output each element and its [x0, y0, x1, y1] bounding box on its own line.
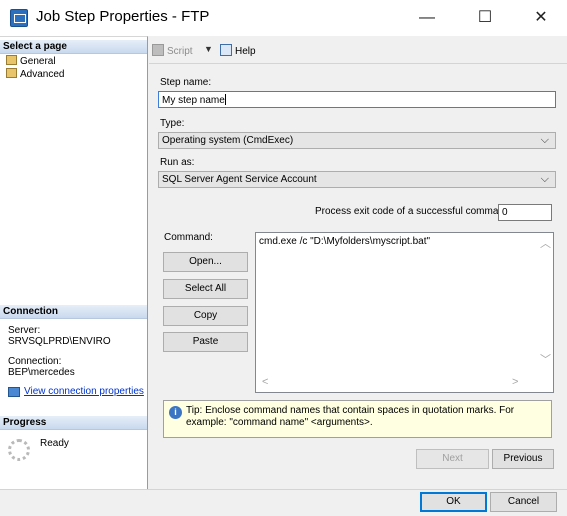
command-label: Command: — [164, 232, 213, 243]
previous-button[interactable]: Previous — [492, 449, 554, 469]
app-icon — [10, 9, 28, 27]
page-wrench-icon — [6, 55, 17, 65]
progress-status: Ready — [40, 438, 69, 449]
maximize-button[interactable]: ☐ — [462, 0, 508, 36]
tip-text: Tip: Enclose command names that contain … — [186, 405, 515, 428]
close-button[interactable]: ✕ — [518, 0, 564, 36]
open-button[interactable]: Open... — [163, 252, 248, 272]
cancel-button[interactable]: Cancel — [490, 492, 557, 512]
view-connection-properties-link[interactable]: View connection properties — [24, 386, 144, 397]
help-button[interactable]: Help — [220, 44, 256, 57]
chevron-down-icon: ⌵ — [540, 134, 549, 146]
dialog-footer: OK Cancel — [0, 489, 567, 516]
step-name-input[interactable]: My step name — [158, 91, 556, 108]
step-name-label: Step name: — [160, 77, 212, 88]
next-button[interactable]: Next — [416, 449, 489, 469]
type-label: Type: — [160, 118, 185, 129]
vertical-scrollbar[interactable]: ︿ ﹀ — [536, 233, 553, 376]
paste-button[interactable]: Paste — [163, 332, 248, 352]
select-page-header: Select a page — [0, 40, 147, 54]
run-as-label: Run as: — [160, 157, 195, 168]
type-select[interactable]: Operating system (CmdExec) ⌵ — [158, 132, 556, 149]
left-pane: Select a page General Advanced Connectio… — [0, 36, 148, 489]
copy-button[interactable]: Copy — [163, 306, 248, 326]
connection-value: BEP\mercedes — [8, 367, 75, 378]
minimize-button[interactable]: — — [404, 0, 450, 36]
script-label: Script — [167, 46, 193, 57]
run-as-value: SQL Server Agent Service Account — [162, 174, 317, 185]
ok-button[interactable]: OK — [420, 492, 487, 512]
exit-code-label: Process exit code of a successful comman… — [315, 206, 513, 217]
page-general-label: General — [20, 56, 56, 67]
horizontal-scrollbar[interactable]: < > — [256, 375, 538, 392]
scroll-left-icon[interactable]: < — [262, 376, 268, 388]
run-as-select[interactable]: SQL Server Agent Service Account ⌵ — [158, 171, 556, 188]
select-all-button[interactable]: Select All — [163, 279, 248, 299]
tip-box: i Tip: Enclose command names that contai… — [163, 400, 552, 438]
scroll-up-icon[interactable]: ︿ — [540, 235, 551, 251]
progress-spinner-icon — [8, 439, 30, 461]
script-icon — [152, 44, 164, 56]
connection-properties-icon — [8, 387, 20, 397]
toolbar: Script ▼ Help — [149, 36, 567, 64]
scroll-right-icon[interactable]: > — [512, 376, 518, 388]
progress-header: Progress — [0, 416, 147, 430]
type-value: Operating system (CmdExec) — [162, 135, 294, 146]
step-name-value: My step name — [162, 95, 225, 106]
connection-header: Connection — [0, 305, 147, 319]
page-advanced[interactable]: Advanced — [6, 68, 64, 80]
help-icon — [220, 44, 232, 56]
page-general[interactable]: General — [6, 55, 56, 67]
command-textarea[interactable]: cmd.exe /c "D:\Myfolders\myscript.bat" ︿… — [255, 232, 554, 393]
info-icon: i — [169, 406, 182, 419]
page-wrench-icon — [6, 68, 17, 78]
help-label: Help — [235, 46, 256, 57]
exit-code-input[interactable]: 0 — [498, 204, 552, 221]
window-title: Job Step Properties - FTP — [36, 8, 210, 25]
title-bar: Job Step Properties - FTP — ☐ ✕ — [0, 0, 567, 36]
page-advanced-label: Advanced — [20, 69, 65, 80]
server-value: SRVSQLPRD\ENVIRO — [8, 336, 111, 347]
script-dropdown-arrow[interactable]: ▼ — [204, 44, 213, 54]
connection-label: Connection: — [8, 356, 62, 367]
chevron-down-icon: ⌵ — [540, 173, 549, 185]
command-text: cmd.exe /c "D:\Myfolders\myscript.bat" — [259, 236, 431, 247]
text-caret — [224, 94, 226, 105]
main-pane: Script ▼ Help Step name: My step name Ty… — [149, 36, 567, 489]
server-label: Server: — [8, 325, 41, 336]
scroll-down-icon[interactable]: ﹀ — [540, 351, 551, 367]
script-button[interactable]: Script — [152, 44, 193, 57]
